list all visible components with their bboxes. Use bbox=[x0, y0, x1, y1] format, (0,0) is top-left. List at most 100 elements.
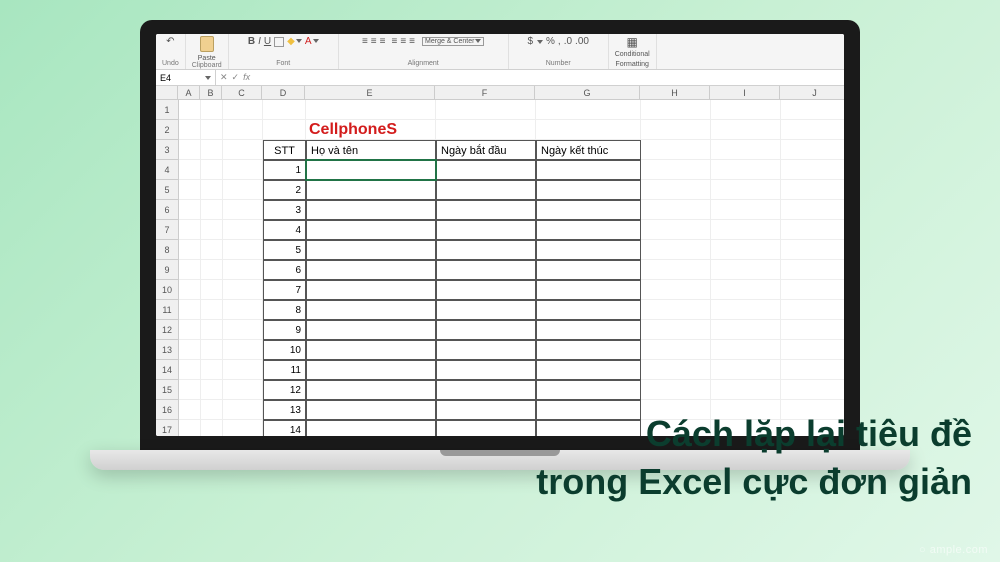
cell-H10[interactable] bbox=[641, 280, 711, 300]
cell-D14[interactable]: 11 bbox=[263, 360, 306, 380]
cell-G9[interactable] bbox=[536, 260, 641, 280]
cell-J6[interactable] bbox=[781, 200, 844, 220]
cell-D11[interactable]: 8 bbox=[263, 300, 306, 320]
column-header-B[interactable]: B bbox=[200, 86, 222, 99]
cell-G10[interactable] bbox=[536, 280, 641, 300]
cancel-icon[interactable]: ✕ bbox=[220, 72, 228, 83]
cell-I10[interactable] bbox=[711, 280, 781, 300]
cell-E9[interactable] bbox=[306, 260, 436, 280]
cell-A2[interactable] bbox=[179, 120, 201, 140]
cell-I12[interactable] bbox=[711, 320, 781, 340]
align-top-icon[interactable]: ≡ bbox=[362, 36, 368, 47]
cell-E2[interactable]: CellphoneS bbox=[306, 120, 436, 140]
row-header-12[interactable]: 12 bbox=[156, 320, 178, 340]
cell-G8[interactable] bbox=[536, 240, 641, 260]
cell-A9[interactable] bbox=[179, 260, 201, 280]
cell-A16[interactable] bbox=[179, 400, 201, 420]
row-header-16[interactable]: 16 bbox=[156, 400, 178, 420]
cell-F8[interactable] bbox=[436, 240, 536, 260]
cell-G3[interactable]: Ngày kết thúc bbox=[536, 140, 641, 160]
cell-A13[interactable] bbox=[179, 340, 201, 360]
cell-J4[interactable] bbox=[781, 160, 844, 180]
cell-E8[interactable] bbox=[306, 240, 436, 260]
cell-H14[interactable] bbox=[641, 360, 711, 380]
cell-D10[interactable]: 7 bbox=[263, 280, 306, 300]
cell-B10[interactable] bbox=[201, 280, 223, 300]
row-header-11[interactable]: 11 bbox=[156, 300, 178, 320]
row-header-14[interactable]: 14 bbox=[156, 360, 178, 380]
column-header-I[interactable]: I bbox=[710, 86, 780, 99]
cell-E11[interactable] bbox=[306, 300, 436, 320]
cell-E12[interactable] bbox=[306, 320, 436, 340]
cell-B4[interactable] bbox=[201, 160, 223, 180]
cell-I3[interactable] bbox=[711, 140, 781, 160]
cell-C12[interactable] bbox=[223, 320, 263, 340]
cell-F17[interactable] bbox=[436, 420, 536, 436]
cell-D17[interactable]: 14 bbox=[263, 420, 306, 436]
cell-A11[interactable] bbox=[179, 300, 201, 320]
cell-B8[interactable] bbox=[201, 240, 223, 260]
cell-D1[interactable] bbox=[263, 100, 306, 120]
row-header-17[interactable]: 17 bbox=[156, 420, 178, 436]
cell-E7[interactable] bbox=[306, 220, 436, 240]
row-header-15[interactable]: 15 bbox=[156, 380, 178, 400]
cell-C11[interactable] bbox=[223, 300, 263, 320]
cell-H6[interactable] bbox=[641, 200, 711, 220]
cell-I6[interactable] bbox=[711, 200, 781, 220]
cell-J12[interactable] bbox=[781, 320, 844, 340]
cell-E17[interactable] bbox=[306, 420, 436, 436]
percent-button[interactable]: % bbox=[546, 36, 555, 47]
cell-G2[interactable] bbox=[536, 120, 641, 140]
cell-E15[interactable] bbox=[306, 380, 436, 400]
cell-I5[interactable] bbox=[711, 180, 781, 200]
cell-E10[interactable] bbox=[306, 280, 436, 300]
cell-D7[interactable]: 4 bbox=[263, 220, 306, 240]
cell-F3[interactable]: Ngày bắt đầu bbox=[436, 140, 536, 160]
cell-H7[interactable] bbox=[641, 220, 711, 240]
cell-E16[interactable] bbox=[306, 400, 436, 420]
column-header-G[interactable]: G bbox=[535, 86, 640, 99]
cell-D8[interactable]: 5 bbox=[263, 240, 306, 260]
cell-H13[interactable] bbox=[641, 340, 711, 360]
cell-I15[interactable] bbox=[711, 380, 781, 400]
increase-decimal-button[interactable]: .0 bbox=[564, 36, 572, 47]
cell-F2[interactable] bbox=[436, 120, 536, 140]
cell-B7[interactable] bbox=[201, 220, 223, 240]
cell-I11[interactable] bbox=[711, 300, 781, 320]
cell-C9[interactable] bbox=[223, 260, 263, 280]
cell-C8[interactable] bbox=[223, 240, 263, 260]
cell-A4[interactable] bbox=[179, 160, 201, 180]
cell-I9[interactable] bbox=[711, 260, 781, 280]
cell-B16[interactable] bbox=[201, 400, 223, 420]
cell-H1[interactable] bbox=[641, 100, 711, 120]
font-color-button[interactable]: A bbox=[305, 36, 319, 47]
cell-B11[interactable] bbox=[201, 300, 223, 320]
cell-J3[interactable] bbox=[781, 140, 844, 160]
cell-A10[interactable] bbox=[179, 280, 201, 300]
cell-G1[interactable] bbox=[536, 100, 641, 120]
cell-C10[interactable] bbox=[223, 280, 263, 300]
cell-H8[interactable] bbox=[641, 240, 711, 260]
cell-E5[interactable] bbox=[306, 180, 436, 200]
cell-B13[interactable] bbox=[201, 340, 223, 360]
cell-G15[interactable] bbox=[536, 380, 641, 400]
cell-F1[interactable] bbox=[436, 100, 536, 120]
cell-A14[interactable] bbox=[179, 360, 201, 380]
cell-B15[interactable] bbox=[201, 380, 223, 400]
cell-C17[interactable] bbox=[223, 420, 263, 436]
cell-I1[interactable] bbox=[711, 100, 781, 120]
cell-A17[interactable] bbox=[179, 420, 201, 436]
align-center-icon[interactable]: ≡ bbox=[400, 36, 406, 47]
cell-E6[interactable] bbox=[306, 200, 436, 220]
cell-J14[interactable] bbox=[781, 360, 844, 380]
cell-A12[interactable] bbox=[179, 320, 201, 340]
cell-C3[interactable] bbox=[223, 140, 263, 160]
cell-F5[interactable] bbox=[436, 180, 536, 200]
cell-F7[interactable] bbox=[436, 220, 536, 240]
cell-B6[interactable] bbox=[201, 200, 223, 220]
cell-J7[interactable] bbox=[781, 220, 844, 240]
cell-B2[interactable] bbox=[201, 120, 223, 140]
cell-H11[interactable] bbox=[641, 300, 711, 320]
cell-E1[interactable] bbox=[306, 100, 436, 120]
cell-H4[interactable] bbox=[641, 160, 711, 180]
